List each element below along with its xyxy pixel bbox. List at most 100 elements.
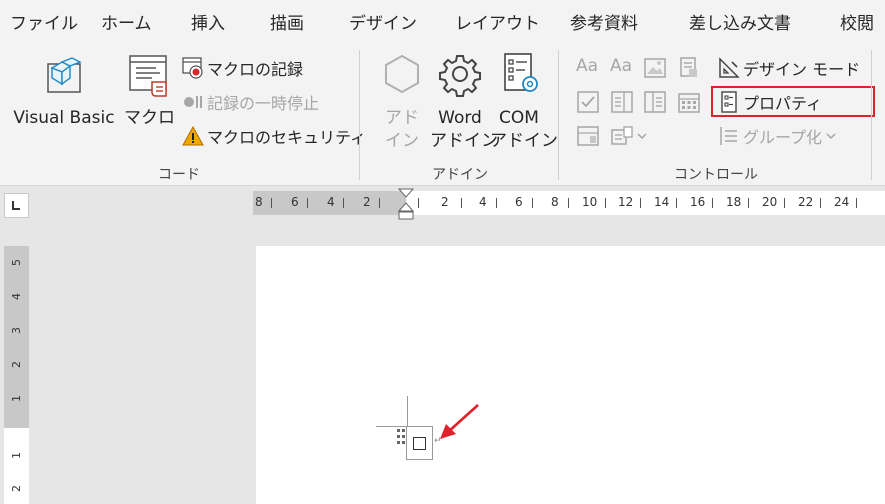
record-macro-icon bbox=[182, 57, 204, 79]
com-addin-icon bbox=[504, 53, 538, 92]
ruler-tick bbox=[712, 198, 713, 208]
addin-group-label: アドイン bbox=[432, 167, 488, 183]
macro-button[interactable]: マクロ bbox=[124, 50, 175, 160]
ruler-tick bbox=[343, 198, 344, 208]
ruler-tick bbox=[461, 198, 462, 208]
warning-icon bbox=[182, 125, 204, 147]
ruler-number: 1 bbox=[10, 452, 23, 459]
ruler-number: 6 bbox=[291, 195, 299, 209]
combo-box-control-icon[interactable] bbox=[610, 90, 634, 114]
hexagon-icon bbox=[385, 54, 419, 94]
ruler-tick bbox=[418, 198, 419, 208]
ruler-tick bbox=[784, 198, 785, 208]
chevron-down-icon[interactable] bbox=[636, 128, 648, 144]
repeating-section-control-icon[interactable] bbox=[576, 124, 600, 148]
group-separator bbox=[359, 50, 360, 180]
properties-highlight bbox=[711, 86, 875, 117]
rich-text-control-icon[interactable]: Aa bbox=[576, 56, 600, 80]
picture-control-icon[interactable] bbox=[643, 56, 667, 80]
visual-basic-button[interactable]: Visual Basic bbox=[10, 50, 118, 160]
group-button[interactable]: グループ化 bbox=[718, 122, 837, 150]
ruler-number: 22 bbox=[798, 195, 814, 209]
macro-security-button[interactable]: マクロのセキュリティ bbox=[182, 122, 366, 150]
ruler-number: 6 bbox=[515, 195, 523, 209]
vertical-ruler[interactable]: 5 4 3 2 1 1 2 bbox=[4, 246, 29, 504]
code-group-label: コード bbox=[158, 167, 200, 183]
pause-recording-button[interactable]: 記録の一時停止 bbox=[182, 88, 319, 116]
ruler-number: 14 bbox=[654, 195, 670, 209]
ruler-number: 8 bbox=[255, 195, 263, 209]
com-addin-label-1: COM bbox=[499, 108, 539, 128]
design-mode-button[interactable]: デザイン モード bbox=[718, 54, 860, 82]
left-tab-icon bbox=[12, 201, 20, 210]
dropdown-list-control-icon[interactable] bbox=[643, 90, 667, 114]
document-page[interactable]: ↵ bbox=[256, 246, 885, 504]
tab-references[interactable]: 参考資料 bbox=[570, 9, 638, 34]
tab-stop-selector[interactable] bbox=[4, 193, 29, 218]
tab-home[interactable]: ホーム bbox=[101, 9, 152, 34]
ruler-number: 2 bbox=[10, 361, 23, 368]
menu-bar: ファイル ホーム 挿入 描画 デザイン レイアウト 参考資料 差し込み文書 校閲 bbox=[0, 0, 885, 44]
date-picker-control-icon[interactable] bbox=[677, 90, 701, 114]
group-separator bbox=[871, 50, 872, 180]
red-arrow-icon bbox=[440, 404, 479, 439]
ruler-tick bbox=[568, 198, 569, 208]
ruler-number: 16 bbox=[690, 195, 706, 209]
pause-icon bbox=[182, 91, 204, 113]
visual-basic-icon bbox=[47, 57, 82, 93]
tab-insert[interactable]: 挿入 bbox=[191, 9, 225, 34]
record-macro-label: マクロの記録 bbox=[207, 60, 304, 79]
design-mode-icon bbox=[718, 57, 740, 79]
tab-draw[interactable]: 描画 bbox=[270, 9, 304, 34]
ruler-number: 1 bbox=[10, 395, 23, 402]
ruler-tick bbox=[676, 198, 677, 208]
ruler-number: 4 bbox=[10, 293, 23, 300]
ruler-tick bbox=[640, 198, 641, 208]
gear-icon bbox=[439, 55, 481, 97]
pause-recording-label: 記録の一時停止 bbox=[207, 94, 320, 113]
word-addin-button[interactable]: Word アドイン bbox=[430, 50, 498, 160]
group-separator bbox=[558, 50, 559, 180]
ruler-number: 2 bbox=[10, 485, 23, 492]
ruler-tick bbox=[271, 198, 272, 208]
ruler-tick bbox=[748, 198, 749, 208]
com-addin-label-2: アドイン bbox=[490, 131, 558, 151]
word-addin-label-1: Word bbox=[438, 108, 482, 128]
chevron-down-icon bbox=[826, 133, 836, 140]
group-label: グループ化 bbox=[743, 128, 823, 147]
macro-label: マクロ bbox=[124, 108, 175, 128]
plain-text-control-icon[interactable]: Aa bbox=[610, 56, 634, 80]
ruler-number: 2 bbox=[363, 195, 371, 209]
tab-mailings[interactable]: 差し込み文書 bbox=[689, 9, 791, 34]
ruler-tick bbox=[307, 198, 308, 208]
tab-review[interactable]: 校閲 bbox=[840, 9, 874, 34]
checkbox[interactable] bbox=[413, 437, 426, 450]
ruler-number: 10 bbox=[582, 195, 598, 209]
tab-design[interactable]: デザイン bbox=[349, 9, 417, 34]
ruler-number: 20 bbox=[762, 195, 778, 209]
controls-group-label: コントロール bbox=[674, 167, 758, 183]
addin-button[interactable]: アド イン bbox=[374, 50, 430, 160]
ruler-number: 3 bbox=[10, 327, 23, 334]
record-macro-button[interactable]: マクロの記録 bbox=[182, 54, 303, 82]
tab-file[interactable]: ファイル bbox=[10, 9, 78, 34]
design-mode-label: デザイン モード bbox=[743, 60, 861, 79]
horizontal-ruler[interactable]: 8 6 4 2 2 4 6 8 10 12 14 16 18 20 22 24 bbox=[253, 188, 885, 220]
tab-layout[interactable]: レイアウト bbox=[455, 9, 540, 34]
ruler-number: 12 bbox=[618, 195, 634, 209]
legacy-tools-icon[interactable] bbox=[610, 124, 634, 148]
word-addin-label-2: アドイン bbox=[430, 131, 498, 151]
checkbox-content-control[interactable] bbox=[406, 426, 433, 460]
margin-guide-vertical bbox=[407, 396, 408, 428]
ruler-number: 4 bbox=[479, 195, 487, 209]
group-icon bbox=[718, 125, 740, 147]
visual-basic-label: Visual Basic bbox=[13, 108, 115, 128]
addin-label-1: アド bbox=[385, 108, 419, 128]
macro-icon bbox=[129, 55, 167, 97]
ruler-number: 2 bbox=[441, 195, 449, 209]
checkbox-control-icon[interactable] bbox=[576, 90, 600, 114]
ruler-number: 4 bbox=[327, 195, 335, 209]
com-addin-button[interactable]: COM アドイン bbox=[490, 50, 558, 160]
indent-marker-icon[interactable] bbox=[397, 188, 415, 222]
building-block-control-icon[interactable] bbox=[677, 56, 701, 80]
